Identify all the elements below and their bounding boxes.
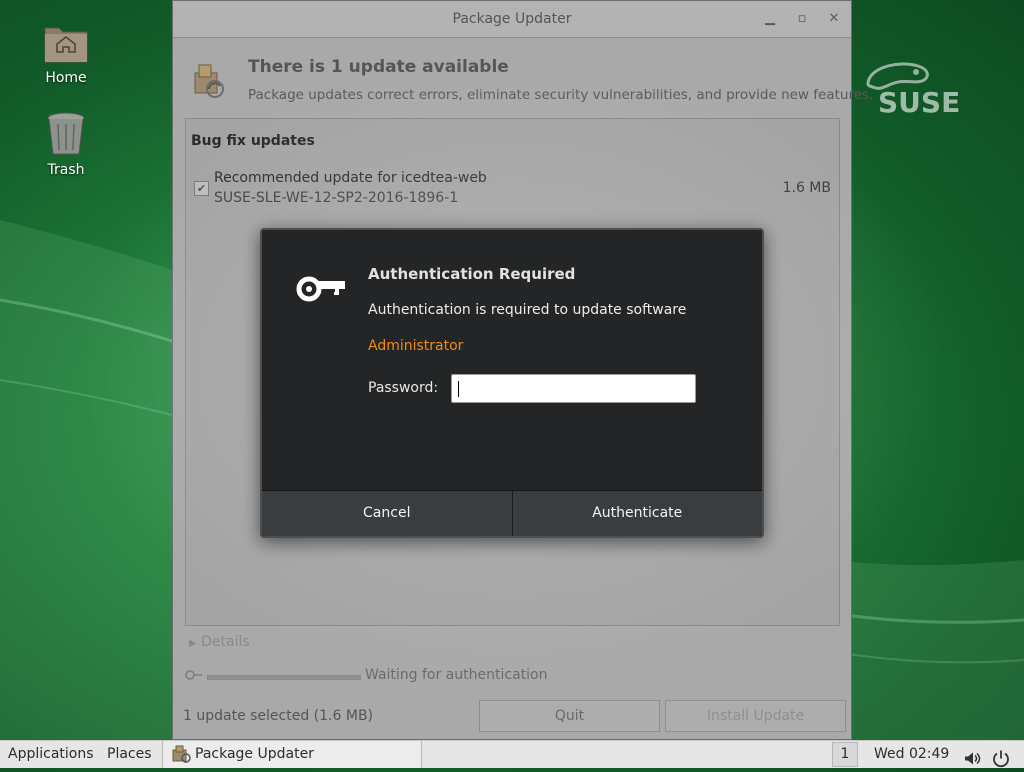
text-caret — [458, 381, 459, 397]
quit-button[interactable]: Quit — [479, 700, 660, 732]
checkmark-icon: ✔ — [196, 182, 207, 195]
desktop-icon-home[interactable]: Home — [30, 22, 102, 86]
bottom-panel: Applications Places Package Updater 1 We… — [0, 740, 1024, 768]
password-label: Password: — [368, 380, 439, 396]
update-description: Package updates correct errors, eliminat… — [248, 87, 874, 103]
package-updater-icon — [194, 64, 224, 98]
taskbar-item-label: Package Updater — [195, 746, 314, 762]
trash-icon — [47, 112, 85, 155]
install-update-button[interactable]: Install Update — [665, 700, 846, 732]
update-checkbox[interactable]: ✔ — [194, 181, 209, 196]
cancel-button[interactable]: Cancel — [262, 491, 512, 536]
desktop-icon-trash[interactable]: Trash — [30, 112, 102, 178]
suse-logo: SUSE — [858, 58, 982, 122]
progress-area: Waiting for authentication — [185, 666, 585, 686]
update-name: Recommended update for icedtea-web — [214, 170, 487, 186]
close-icon[interactable]: ✕ — [827, 1, 841, 37]
key-icon — [296, 276, 345, 302]
svg-text:SUSE: SUSE — [878, 86, 960, 118]
update-id: SUSE-SLE-WE-12-SP2-2016-1896-1 — [214, 190, 459, 206]
section-heading: Bug fix updates — [191, 133, 315, 149]
applications-menu[interactable]: Applications — [8, 741, 94, 768]
window-titlebar[interactable]: Package Updater ▁ ▫ ✕ — [173, 1, 851, 38]
authenticate-button[interactable]: Authenticate — [511, 491, 762, 536]
update-count-title: There is 1 update available — [248, 57, 509, 77]
selection-summary: 1 update selected (1.6 MB) — [183, 708, 374, 724]
places-menu[interactable]: Places — [107, 741, 152, 768]
minimize-icon[interactable]: ▁ — [763, 1, 777, 37]
update-size: 1.6 MB — [782, 180, 831, 196]
triangle-right-icon: ▶ — [189, 638, 197, 649]
authentication-dialog: Authentication Required Authentication i… — [260, 228, 764, 538]
package-updater-small-icon — [172, 745, 191, 763]
password-input[interactable] — [451, 374, 696, 403]
window-title: Package Updater — [452, 11, 572, 27]
window-controls: ▁ ▫ ✕ — [763, 1, 841, 37]
taskbar-item-package-updater[interactable]: Package Updater — [162, 741, 422, 768]
progress-bar — [207, 675, 361, 680]
auth-button-bar: Cancel Authenticate — [262, 490, 762, 536]
clock[interactable]: Wed 02:49 — [874, 741, 949, 768]
desktop-icon-label: Home — [45, 70, 87, 86]
progress-status: Waiting for authentication — [365, 667, 548, 683]
auth-title: Authentication Required — [368, 265, 576, 283]
chameleon-logo-icon: SUSE — [866, 62, 960, 119]
maximize-icon[interactable]: ▫ — [795, 1, 809, 37]
home-folder-icon — [44, 27, 88, 63]
details-label: Details — [201, 634, 250, 650]
details-expander[interactable]: ▶ Details — [189, 634, 250, 650]
auth-message: Authentication is required to update sof… — [368, 302, 687, 318]
update-row[interactable]: ✔ Recommended update for icedtea-web SUS… — [194, 169, 831, 209]
desktop-icon-label: Trash — [47, 162, 85, 178]
workspace-indicator[interactable]: 1 — [832, 742, 858, 767]
key-small-icon — [185, 670, 202, 680]
auth-user[interactable]: Administrator — [368, 338, 463, 354]
